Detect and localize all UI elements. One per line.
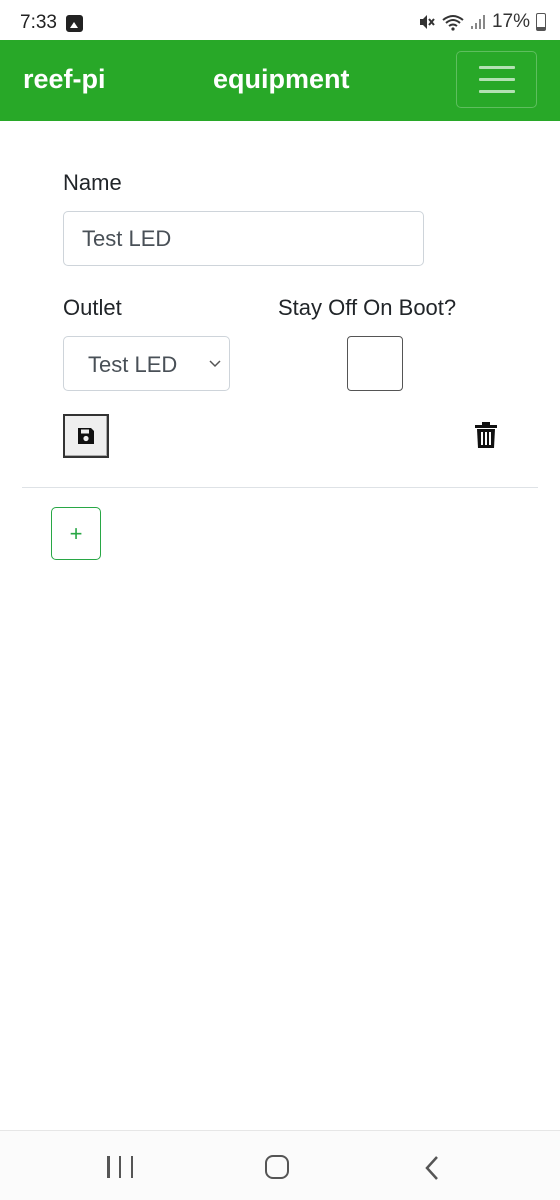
name-label: Name (63, 170, 122, 195)
system-navigation-bar (0, 1130, 560, 1200)
divider (22, 487, 538, 488)
hamburger-icon-line (478, 90, 515, 93)
hamburger-icon-line (478, 78, 515, 81)
chevron-down-icon (209, 360, 221, 368)
status-time: 7:33 (20, 12, 57, 33)
battery-icon (536, 13, 546, 31)
signal-icon (470, 15, 485, 29)
hamburger-icon-line (478, 66, 515, 69)
save-button[interactable] (63, 414, 109, 458)
recents-icon[interactable] (107, 1156, 133, 1178)
save-icon (78, 428, 94, 444)
outlet-selected-value: Test LED (88, 352, 178, 377)
delete-button[interactable] (472, 420, 500, 450)
home-icon[interactable] (265, 1155, 289, 1179)
image-icon (66, 15, 83, 32)
status-bar: 7:33 17% (0, 0, 560, 40)
status-indicators: 17% (418, 11, 546, 33)
name-input[interactable] (63, 211, 424, 266)
stay-off-on-boot-label: Stay Off On Boot? (278, 295, 457, 320)
brand-logo[interactable]: reef-pi (23, 64, 106, 95)
hamburger-menu-button[interactable] (456, 51, 537, 108)
wifi-icon (442, 15, 464, 31)
outlet-label: Outlet (63, 295, 122, 320)
add-equipment-button[interactable]: + (51, 507, 101, 560)
mute-icon (419, 15, 435, 29)
trash-icon (475, 422, 497, 448)
add-button-label: + (69, 520, 83, 546)
page-title: equipment (213, 64, 350, 94)
stay-off-on-boot-checkbox[interactable] (347, 336, 403, 391)
back-icon[interactable] (424, 1155, 440, 1181)
battery-percent: 17% (491, 11, 530, 32)
outlet-select[interactable]: Test LED (63, 336, 230, 391)
navbar: reef-pi equipment (0, 40, 560, 121)
